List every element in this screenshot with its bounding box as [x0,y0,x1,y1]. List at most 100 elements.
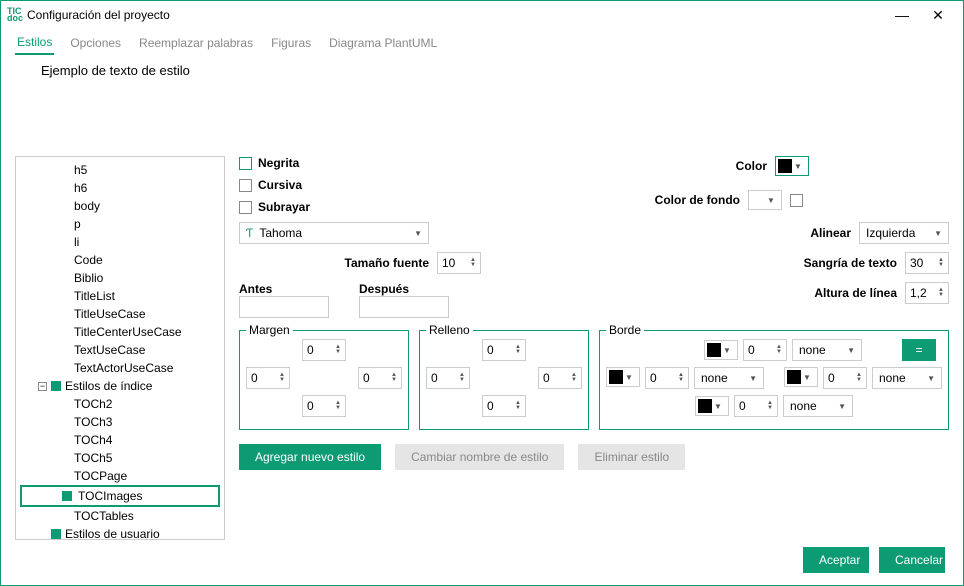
margin-fieldset: Margen 0▲▼ 0▲▼ 0▲▼ 0▲▼ [239,330,409,430]
chevron-down-icon: ▼ [794,162,802,171]
padding-legend: Relleno [426,323,473,337]
margin-left-input[interactable]: 0▲▼ [246,367,290,389]
tree-item-selected[interactable]: TOCImages [20,485,220,507]
tree-item[interactable]: TextUseCase [16,341,224,359]
before-label: Antes [239,282,329,296]
padding-bottom-input[interactable]: 0▲▼ [482,395,526,417]
selected-icon [62,491,72,501]
tab-replace[interactable]: Reemplazar palabras [137,32,255,54]
tree-group-user[interactable]: Estilos de usuario [16,525,224,540]
border-bottom-color[interactable]: ▼ [695,396,729,416]
border-left-style[interactable]: none▼ [694,367,764,389]
font-select[interactable]: ƬTahoma ▼ [239,222,429,244]
tree-group-label: Estilos de índice [65,379,152,393]
after-label: Después [359,282,449,296]
chevron-down-icon: ▼ [767,196,775,205]
tree-group-label: Estilos de usuario [65,527,160,540]
bgcolor-picker[interactable]: ▼ [748,190,782,210]
spinner-icon[interactable]: ▲▼ [938,288,944,298]
collapse-icon[interactable]: − [38,382,47,391]
tree-item[interactable]: h6 [16,179,224,197]
add-style-button[interactable]: Agregar nuevo estilo [239,444,381,470]
margin-top-input[interactable]: 0▲▼ [302,339,346,361]
chevron-down-icon: ▼ [414,229,422,238]
italic-checkbox[interactable] [239,179,252,192]
style-example-text: Ejemplo de texto de estilo [1,57,963,84]
border-bottom-style[interactable]: none▼ [783,395,853,417]
tree-item[interactable]: TOCh2 [16,395,224,413]
close-button[interactable]: ✕ [931,7,945,24]
cancel-button[interactable]: Cancelar [879,547,945,573]
tree-item[interactable]: TitleUseCase [16,305,224,323]
delete-style-button[interactable]: Eliminar estilo [578,444,685,470]
bold-label: Negrita [258,156,299,170]
spinner-icon[interactable]: ▲▼ [938,258,944,268]
padding-top-input[interactable]: 0▲▼ [482,339,526,361]
tree-group-index[interactable]: − Estilos de índice [16,377,224,395]
align-value: Izquierda [866,226,915,240]
margin-bottom-input[interactable]: 0▲▼ [302,395,346,417]
tab-options[interactable]: Opciones [68,32,123,54]
tree-item[interactable]: body [16,197,224,215]
underline-checkbox[interactable] [239,201,252,214]
tree-item[interactable]: li [16,233,224,251]
tree-item[interactable]: TitleCenterUseCase [16,323,224,341]
padding-left-input[interactable]: 0▲▼ [426,367,470,389]
tree-item[interactable]: TitleList [16,287,224,305]
border-left-width[interactable]: 0▲▼ [645,367,689,389]
font-icon: Ƭ [246,226,253,240]
border-legend: Borde [606,323,644,337]
tree-item[interactable]: h5 [16,161,224,179]
tree-item[interactable]: TOCh4 [16,431,224,449]
titlebar: TICdoc Configuración del proyecto — ✕ [1,1,963,29]
color-picker[interactable]: ▼ [775,156,809,176]
tree-item[interactable]: TOCh3 [16,413,224,431]
spinner-icon[interactable]: ▲▼ [470,258,476,268]
margin-right-input[interactable]: 0▲▼ [358,367,402,389]
after-input[interactable] [359,296,449,318]
italic-label: Cursiva [258,178,302,192]
group-icon [51,529,61,539]
indent-label: Sangría de texto [804,256,897,270]
lineheight-label: Altura de línea [814,286,897,300]
tree-item[interactable]: TOCPage [16,467,224,485]
align-select[interactable]: Izquierda▼ [859,222,949,244]
border-equal-button[interactable]: = [902,339,936,361]
border-left-color[interactable]: ▼ [606,367,640,387]
fontsize-label: Tamaño fuente [345,256,429,270]
tree-item[interactable]: TOCh5 [16,449,224,467]
border-right-width[interactable]: 0▲▼ [823,367,867,389]
underline-label: Subrayar [258,200,310,214]
tree-item[interactable]: Biblio [16,269,224,287]
tab-figures[interactable]: Figuras [269,32,313,54]
rename-style-button[interactable]: Cambiar nombre de estilo [395,444,564,470]
ok-button[interactable]: Aceptar [803,547,869,573]
fontsize-input[interactable]: 10▲▼ [437,252,481,274]
border-right-style[interactable]: none▼ [872,367,942,389]
tree-item[interactable]: TOCTables [16,507,224,525]
color-label: Color [736,159,767,173]
lineheight-input[interactable]: 1,2▲▼ [905,282,949,304]
tree-item[interactable]: Code [16,251,224,269]
border-top-style[interactable]: none▼ [792,339,862,361]
border-right-color[interactable]: ▼ [784,367,818,387]
minimize-button[interactable]: — [895,7,909,24]
tab-plantuml[interactable]: Diagrama PlantUML [327,32,439,54]
border-bottom-width[interactable]: 0▲▼ [734,395,778,417]
bgcolor-label: Color de fondo [655,193,740,207]
bgcolor-enable-checkbox[interactable] [790,194,803,207]
tree-item[interactable]: TextActorUseCase [16,359,224,377]
padding-right-input[interactable]: 0▲▼ [538,367,582,389]
indent-input[interactable]: 30▲▼ [905,252,949,274]
before-input[interactable] [239,296,329,318]
border-top-color[interactable]: ▼ [704,340,738,360]
tab-bar: Estilos Opciones Reemplazar palabras Fig… [1,29,963,57]
tree-item[interactable]: p [16,215,224,233]
padding-fieldset: Relleno 0▲▼ 0▲▼ 0▲▼ 0▲▼ [419,330,589,430]
tab-styles[interactable]: Estilos [15,31,54,55]
bold-checkbox[interactable] [239,157,252,170]
border-top-width[interactable]: 0▲▼ [743,339,787,361]
style-tree[interactable]: h5 h6 body p li Code Biblio TitleList Ti… [15,156,225,540]
align-label: Alinear [810,226,851,240]
margin-legend: Margen [246,323,293,337]
